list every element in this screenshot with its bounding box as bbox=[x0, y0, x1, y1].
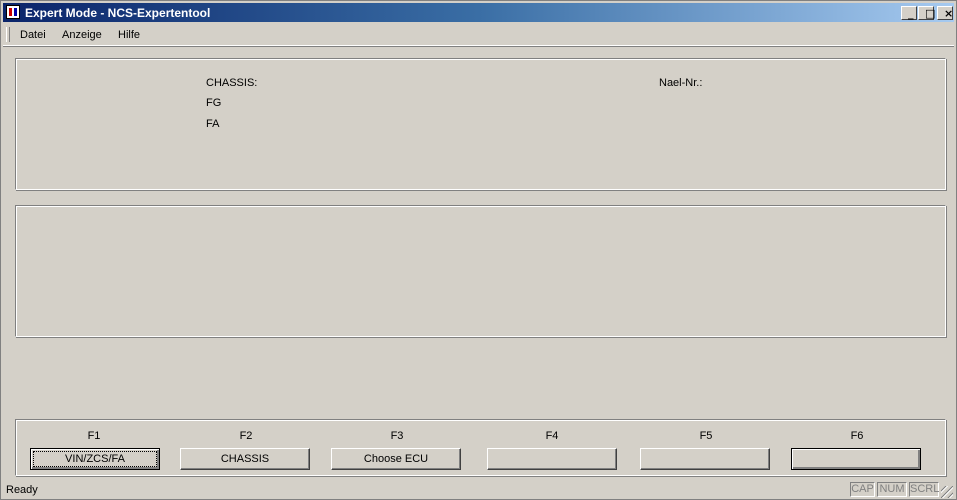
f4-button[interactable] bbox=[487, 448, 617, 470]
menu-grip-icon bbox=[6, 27, 10, 42]
fg-label: FG bbox=[206, 97, 222, 109]
cap-indicator: CAP bbox=[850, 482, 875, 497]
scrl-indicator: SCRL bbox=[909, 482, 940, 497]
resize-grip-icon[interactable] bbox=[941, 486, 953, 498]
vin-zcs-fa-button[interactable]: VIN/ZCS/FA bbox=[30, 448, 160, 470]
output-panel bbox=[15, 205, 946, 337]
menu-hilfe[interactable]: Hilfe bbox=[118, 29, 140, 41]
menu-anzeige[interactable]: Anzeige bbox=[62, 29, 102, 41]
num-indicator: NUM bbox=[877, 482, 907, 497]
choose-ecu-button[interactable]: Choose ECU bbox=[331, 448, 461, 470]
main-window: Expert Mode - NCS-Expertentool _ □ × Dat… bbox=[0, 0, 957, 500]
f4-key-label: F4 bbox=[545, 430, 559, 442]
minimize-button[interactable]: _ bbox=[901, 6, 917, 20]
menu-datei[interactable]: Datei bbox=[20, 29, 46, 41]
chassis-label: CHASSIS: bbox=[206, 77, 258, 89]
f2-key-label: F2 bbox=[239, 430, 253, 442]
f5-key-label: F5 bbox=[699, 430, 713, 442]
f5-button[interactable] bbox=[640, 448, 770, 470]
nael-nr-label: Nael-Nr.: bbox=[659, 77, 703, 89]
vehicle-info-panel: CHASSIS: FG FA Nael-Nr.: bbox=[15, 58, 946, 190]
f1-key-label: F1 bbox=[87, 430, 101, 442]
app-icon[interactable] bbox=[6, 5, 20, 19]
close-button[interactable]: × bbox=[937, 6, 953, 20]
fa-label: FA bbox=[206, 118, 220, 130]
status-text: Ready bbox=[6, 484, 38, 496]
status-bar: Ready CAP NUM SCRL bbox=[3, 480, 954, 499]
title-bar[interactable]: Expert Mode - NCS-Expertentool _ □ × bbox=[3, 3, 954, 22]
f6-button[interactable] bbox=[791, 448, 921, 470]
chassis-button[interactable]: CHASSIS bbox=[180, 448, 310, 470]
f6-key-label: F6 bbox=[850, 430, 864, 442]
menu-bar: Datei Anzeige Hilfe bbox=[3, 24, 954, 46]
maximize-button[interactable]: □ bbox=[918, 6, 935, 20]
f3-key-label: F3 bbox=[390, 430, 404, 442]
window-title: Expert Mode - NCS-Expertentool bbox=[25, 6, 211, 20]
